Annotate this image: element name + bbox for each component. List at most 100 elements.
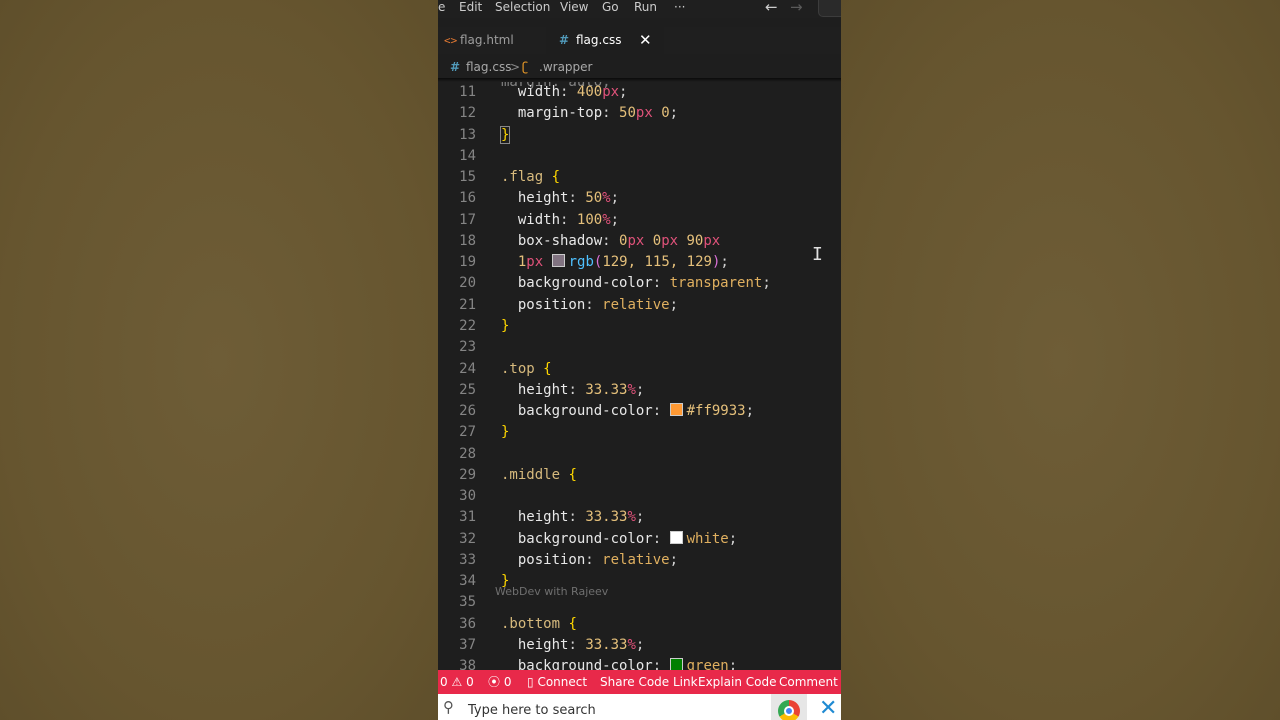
code-editor[interactable]: margin: auto; 11 width: 400px; 12 margin-… [438,82,841,670]
code-line[interactable]: 36 .bottom { [438,614,841,635]
code-line[interactable]: 23 [438,337,841,358]
warning-count: 0 [466,675,474,689]
css-file-icon: # [559,33,570,47]
code-line[interactable]: 26 background-color: #ff9933; [438,401,841,422]
code-text: width: 100%; [517,211,620,228]
line-number: 33 [459,551,476,568]
status-share-code-link[interactable]: Share Code Link [600,670,698,694]
code-line[interactable]: 29 .middle { [438,465,841,486]
line-number: 23 [459,339,476,356]
command-center[interactable] [818,0,841,17]
code-line[interactable]: 31 height: 33.33%; [438,507,841,528]
vscode-icon[interactable]: ✕ [819,696,837,720]
menu-selection[interactable]: Selection [495,0,550,14]
code-line[interactable]: 27} [438,422,841,443]
menu-view[interactable]: View [560,0,588,14]
menu-go[interactable]: Go [602,0,619,14]
menu-file[interactable]: e [438,0,445,14]
menu-edit[interactable]: Edit [459,0,482,14]
code-line[interactable]: 38 background-color: green; [438,656,841,670]
chrome-icon[interactable] [778,700,800,720]
code-text: position: relative; [517,551,679,568]
text-cursor-icon: I [812,244,823,265]
code-line[interactable]: 18 box-shadow: 0px 0px 90px [438,231,841,252]
code-text: background-color: green; [517,658,738,670]
menu-run[interactable]: Run [634,0,657,14]
code-text: margin-top: 50px 0; [517,105,679,122]
status-explain-code[interactable]: Explain Code [698,670,776,694]
line-number: 19 [459,254,476,271]
line-number: 20 [459,275,476,292]
code-line[interactable]: 22} [438,316,841,337]
line-number: 27 [459,424,476,441]
status-ports[interactable]: ⦿ 0 [488,670,511,694]
code-text: background-color: #ff9933; [517,403,755,420]
code-line[interactable]: 14 [438,146,841,167]
line-number: 22 [459,317,476,334]
css-file-icon: # [450,60,461,74]
ports-count: 0 [503,675,512,689]
code-line[interactable]: 11 width: 400px; [438,82,841,103]
code-line[interactable]: 17 width: 100%; [438,210,841,231]
warning-icon: ⚠ [451,675,463,689]
code-line[interactable]: 21 position: relative; [438,295,841,316]
windows-taskbar: ⚲ Type here to search ✕ [438,694,841,720]
tab-flag-html[interactable]: <> flag.html [438,27,546,54]
tab-label: flag.css [576,33,622,47]
line-number: 17 [459,211,476,228]
menu-bar: e Edit Selection View Go Run ··· ← → [438,0,841,18]
line-number: 32 [459,530,476,547]
code-text: width: 400px; [517,84,628,100]
line-number: 31 [459,509,476,526]
code-line[interactable]: 33 position: relative; [438,550,841,571]
close-icon[interactable]: ✕ [639,27,652,54]
code-text: box-shadow: 0px 0px 90px [517,232,721,249]
line-number: 15 [459,169,476,186]
line-number: 13 [459,126,476,143]
code-line[interactable]: 13} [438,125,841,146]
code-line[interactable]: 28 [438,444,841,465]
code-line[interactable]: 32 background-color: white; [438,529,841,550]
code-text: .bottom { [501,615,577,632]
code-line[interactable]: 37 height: 33.33%; [438,635,841,656]
code-text: 1px rgb(129, 115, 129); [517,254,729,271]
code-line[interactable]: 25 height: 33.33%; [438,380,841,401]
status-connect[interactable]: ▯ Connect [527,670,587,694]
code-text: } [501,317,510,334]
code-line[interactable]: 20 background-color: transparent; [438,273,841,294]
breadcrumb-file[interactable]: flag.css [466,56,511,78]
line-number: 16 [459,190,476,207]
status-problems[interactable]: 0 ⚠ 0 [440,670,474,694]
tab-flag-css[interactable]: # flag.css ✕ [546,27,664,54]
code-line[interactable]: 30 [438,486,841,507]
taskbar-search-input[interactable]: Type here to search [468,694,596,720]
line-number: 35 [459,594,476,611]
video-backdrop-right [841,0,1280,720]
line-number: 28 [459,445,476,462]
menu-more[interactable]: ··· [674,0,685,14]
code-line[interactable]: 16 height: 50%; [438,188,841,209]
line-number: 18 [459,232,476,249]
code-text: position: relative; [517,296,679,313]
code-text: .flag { [501,169,561,186]
status-comment-code[interactable]: Comment Co [779,670,841,694]
line-number: 37 [459,637,476,654]
code-line[interactable]: 15 .flag { [438,167,841,188]
code-line[interactable]: 19 1px rgb(129, 115, 129); [438,252,841,273]
line-number: 26 [459,403,476,420]
code-text: } [499,125,511,144]
video-backdrop-left [0,0,438,720]
line-number: 30 [459,488,476,505]
arrow-right-icon[interactable]: → [790,0,803,16]
breadcrumb-symbol[interactable]: .wrapper [539,56,592,78]
code-text: background-color: transparent; [517,275,771,292]
error-count: 0 [440,675,448,689]
code-line[interactable]: 24 .top { [438,359,841,380]
breadcrumb: # flag.css > ʗ .wrapper [438,56,841,78]
arrow-left-icon[interactable]: ← [765,0,778,16]
broadcast-icon: ⦿ [488,675,501,689]
code-text: .middle { [501,466,577,483]
code-line[interactable]: 12 margin-top: 50px 0; [438,103,841,124]
code-text: height: 50%; [517,190,620,207]
class-symbol-icon: ʗ [522,60,529,74]
